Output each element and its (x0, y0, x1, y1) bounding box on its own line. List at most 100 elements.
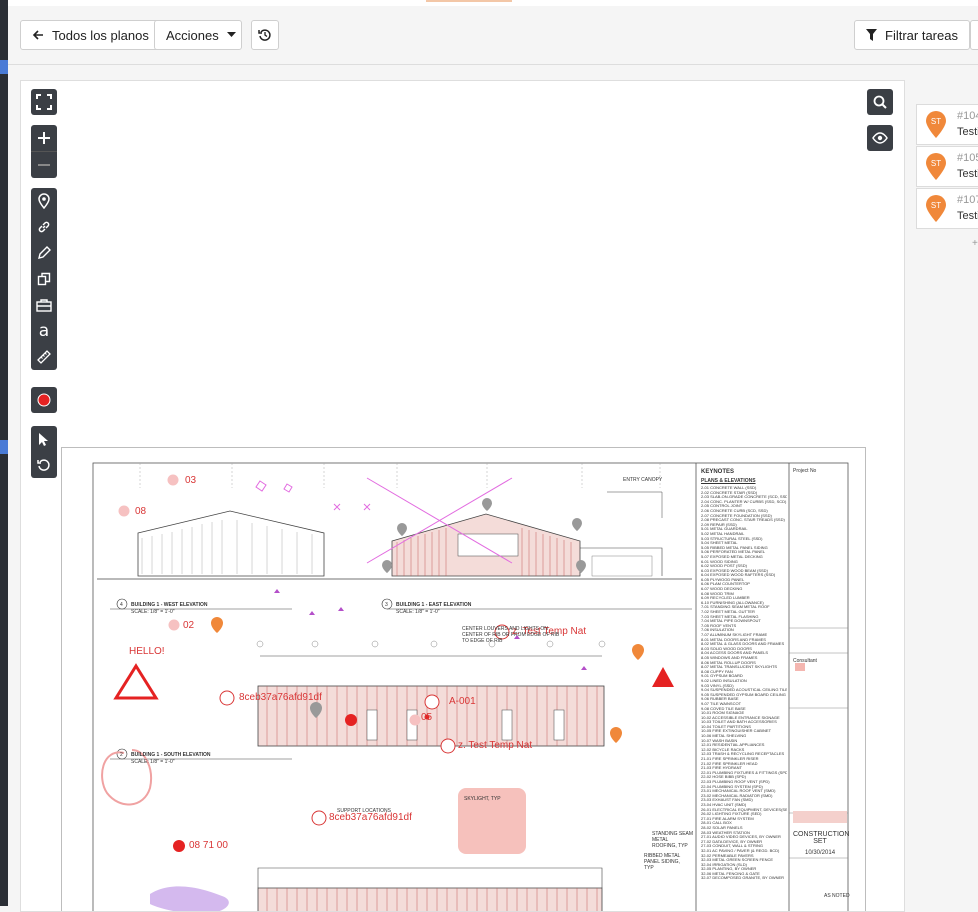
link-tool-button[interactable] (31, 214, 57, 240)
back-to-plans-label: Todos los planos (52, 27, 149, 43)
task-number: #105 (957, 152, 978, 164)
task-title: Testi (957, 168, 978, 180)
markup-tool-group: a (31, 188, 57, 370)
task-list: ST #104 Testi ST #105 Testi ST #107 Test… (916, 104, 978, 230)
west-elevation-scale: SCALE: 1/8" = 1'-0" (131, 609, 175, 615)
filter-icon (866, 29, 877, 41)
cursor-arrow-icon (39, 433, 48, 446)
consultant-label: Consultant (793, 658, 817, 664)
scale-as-noted: AS NOTED (824, 893, 850, 899)
task-number: #107 (957, 194, 978, 206)
undo-tool-button[interactable] (31, 452, 57, 478)
project-info-label: Project No (793, 468, 817, 474)
zoom-tool-group (31, 125, 57, 178)
construction-set-label: CONSTRUCTION SET (793, 831, 850, 845)
arrow-left-icon (32, 30, 43, 40)
plan-sheet: 03 08 02 HELLO! 8ceb37a76afd91df 8ceb37a… (61, 447, 866, 911)
markup-label: A-001 (449, 696, 476, 707)
east-elevation-scale: SCALE: 1/8" = 1'-0" (396, 609, 440, 615)
minus-icon (38, 164, 50, 166)
markup-label: 03 (185, 475, 197, 486)
link-icon (38, 221, 50, 233)
select-tool-button[interactable] (31, 426, 57, 452)
task-title: Testi (957, 210, 978, 222)
east-elevation-title: BUILDING 1 - EAST ELEVATION (396, 602, 472, 608)
task-pin-icon: ST (926, 153, 946, 180)
history-icon (258, 29, 271, 41)
measure-tool-button[interactable] (31, 344, 57, 370)
task-pin-label: ST (931, 117, 941, 126)
skylight-note: SKYLIGHT, TYP (464, 796, 501, 802)
actions-dropdown[interactable]: Acciones (154, 20, 242, 50)
south-elevation-number: 2 (120, 752, 123, 758)
filter-tasks-button[interactable]: Filtrar tareas (854, 20, 970, 50)
search-icon (873, 95, 887, 109)
caret-down-icon (226, 32, 236, 37)
task-title: Testi (957, 126, 978, 138)
plan-search-button[interactable] (867, 89, 893, 115)
south-elevation-scale: SCALE: 1/8" = 1'-0" (131, 759, 175, 765)
actions-label: Acciones (166, 27, 219, 43)
task-pin-icon: ST (926, 195, 946, 222)
task-card[interactable]: ST #104 Testi (916, 104, 978, 145)
fullscreen-icon (36, 94, 52, 110)
standing-seam-note: STANDING SEAM METAL ROOFING, TYP (652, 831, 694, 849)
zoom-out-button[interactable] (31, 151, 57, 178)
shapes-tool-button[interactable] (31, 266, 57, 292)
eye-icon (872, 132, 888, 144)
pin-tool-button[interactable] (31, 188, 57, 214)
markup-label: z. Test Temp Nat (458, 740, 533, 751)
rail-active-marker (0, 440, 8, 454)
support-locations-note: SUPPORT LOCATIONS (337, 808, 391, 814)
plan-viewer[interactable]: a 03 08 02 HELLO! 8ceb37a76afd91df 8ceb3… (20, 80, 905, 912)
west-elevation-title: BUILDING 1 - WEST ELEVATION (131, 602, 208, 608)
issue-date: 10/30/2014 (805, 850, 836, 856)
more-tasks-indicator[interactable]: + (972, 238, 978, 249)
visibility-toggle-button[interactable] (867, 125, 893, 151)
text-tool-button[interactable]: a (31, 318, 57, 344)
rail-active-marker (0, 60, 8, 74)
markup-label: 08 71 00 (189, 840, 228, 851)
markup-label: 02 (183, 620, 195, 631)
markup-label: 8ceb37a76afd91df (239, 692, 322, 703)
red-color-swatch-icon (37, 393, 51, 407)
fullscreen-tool-group (31, 89, 57, 115)
filter-tasks-label: Filtrar tareas (885, 27, 958, 43)
task-pin-label: ST (931, 201, 941, 210)
color-picker-button[interactable] (31, 387, 57, 413)
entry-canopy-note: ENTRY CANOPY (623, 477, 663, 483)
back-to-plans-button[interactable]: Todos los planos (20, 20, 161, 50)
east-elevation-number: 3 (385, 602, 388, 608)
task-pin-icon: ST (926, 111, 946, 138)
pencil-tool-button[interactable] (31, 240, 57, 266)
select-tool-group (31, 426, 57, 478)
toolbox-tool-button[interactable] (31, 292, 57, 318)
task-number: #104 (957, 110, 978, 122)
west-elevation-number: 4 (120, 602, 123, 608)
ribbed-panel-note: RIBBED METAL PANEL SIDING, TYP (644, 853, 681, 871)
toolbar-overflow-button[interactable] (970, 20, 978, 50)
zoom-in-button[interactable] (31, 125, 57, 151)
ruler-icon (37, 350, 51, 364)
center-louvers-note: CENTER LOUVERS AND LIGHTS ON CENTER OF R… (462, 626, 560, 644)
south-elevation-title: BUILDING 1 - SOUTH ELEVATION (131, 752, 211, 758)
pencil-icon (38, 246, 51, 259)
shapes-icon (37, 272, 51, 286)
history-button[interactable] (251, 20, 279, 50)
map-pin-icon (38, 193, 50, 209)
plus-icon (38, 132, 50, 144)
active-tab-indicator (426, 0, 512, 2)
color-tool-group (31, 387, 57, 413)
task-card[interactable]: ST #105 Testi (916, 146, 978, 187)
markup-label: 05 (421, 712, 433, 723)
keynotes-title: KEYNOTES (701, 469, 735, 475)
toolbox-icon (36, 299, 52, 312)
plans-elevations-heading: PLANS & ELEVATIONS (701, 478, 756, 484)
undo-icon (37, 459, 50, 471)
markup-label: HELLO! (129, 646, 165, 657)
markup-label: 08 (135, 506, 147, 517)
keynote-line: 32-07 DECOMPOSED GRANITE, BY OWNER (701, 876, 785, 881)
task-card[interactable]: ST #107 Testi (916, 188, 978, 229)
app-left-rail (0, 0, 8, 906)
fullscreen-button[interactable] (31, 89, 57, 115)
